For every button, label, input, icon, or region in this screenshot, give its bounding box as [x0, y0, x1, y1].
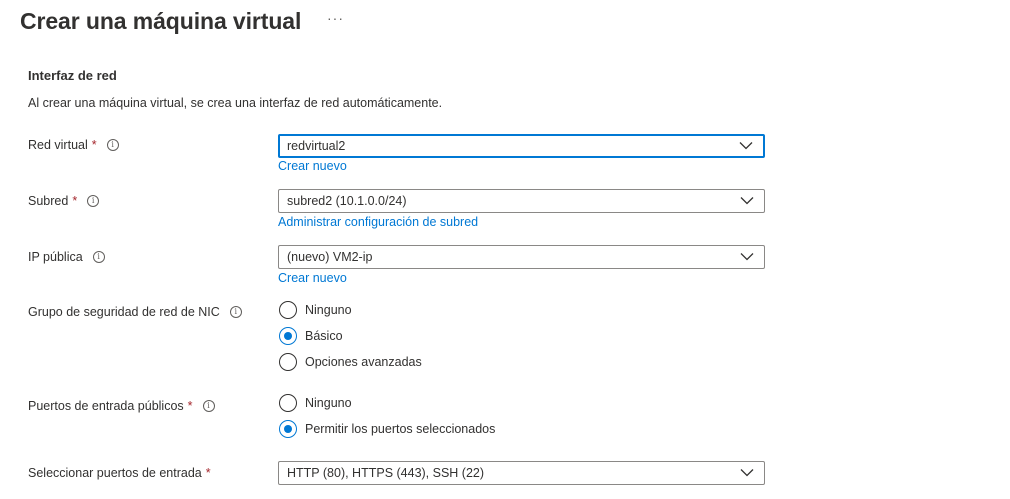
required-asterisk: *: [205, 466, 211, 480]
required-asterisk: *: [187, 399, 193, 413]
ip-publica-label-text: IP pública: [28, 250, 83, 264]
puertos-entrada-label: Seleccionar puertos de entrada *: [28, 466, 211, 480]
chevron-down-icon: [740, 469, 754, 477]
info-icon[interactable]: i: [87, 195, 100, 207]
info-icon[interactable]: i: [202, 400, 215, 412]
info-icon[interactable]: i: [106, 139, 119, 151]
radio-label: Permitir los puertos seleccionados: [305, 422, 496, 436]
subred-dropdown[interactable]: subred2 (10.1.0.0/24): [278, 189, 765, 213]
ip-publica-value: (nuevo) VM2-ip: [287, 250, 373, 264]
chevron-down-icon: [740, 197, 754, 205]
info-icon[interactable]: i: [92, 251, 105, 263]
puertos-entrada-value: HTTP (80), HTTPS (443), SSH (22): [287, 466, 485, 480]
nsg-radio-ninguno[interactable]: Ninguno: [279, 301, 352, 319]
radio-circle: [279, 301, 297, 319]
ip-publica-dropdown[interactable]: (nuevo) VM2-ip: [278, 245, 765, 269]
radio-circle: [279, 394, 297, 412]
subred-value: subred2 (10.1.0.0/24): [287, 194, 407, 208]
chevron-down-icon: [739, 142, 753, 150]
red-virtual-label: Red virtual * i: [28, 138, 119, 152]
radio-circle: [279, 327, 297, 345]
radio-label: Opciones avanzadas: [305, 355, 422, 369]
crear-nuevo-red-link[interactable]: Crear nuevo: [278, 159, 347, 173]
radio-label: Básico: [305, 329, 343, 343]
puertos-publicos-label: Puertos de entrada públicos * i: [28, 399, 215, 413]
red-virtual-value: redvirtual2: [287, 139, 346, 153]
info-icon[interactable]: i: [229, 306, 242, 318]
nsg-label: Grupo de seguridad de red de NIC i: [28, 305, 242, 319]
radio-circle: [279, 420, 297, 438]
chevron-down-icon: [740, 253, 754, 261]
puertos-radio-ninguno[interactable]: Ninguno: [279, 394, 352, 412]
page-title: Crear una máquina virtual: [20, 8, 302, 34]
crear-nuevo-ip-link[interactable]: Crear nuevo: [278, 271, 347, 285]
radio-label: Ninguno: [305, 303, 352, 317]
required-asterisk: *: [72, 194, 78, 208]
required-asterisk: *: [91, 138, 97, 152]
more-options-icon[interactable]: ···: [327, 6, 344, 30]
nsg-radio-basico[interactable]: Básico: [279, 327, 343, 345]
ip-publica-label: IP pública i: [28, 250, 105, 264]
puertos-radio-permitir[interactable]: Permitir los puertos seleccionados: [279, 420, 495, 438]
subred-label-text: Subred: [28, 194, 69, 208]
nsg-label-text: Grupo de seguridad de red de NIC: [28, 305, 220, 319]
red-virtual-label-text: Red virtual: [28, 138, 88, 152]
radio-label: Ninguno: [305, 396, 352, 410]
puertos-publicos-label-text: Puertos de entrada públicos: [28, 399, 184, 413]
section-description: Al crear una máquina virtual, se crea un…: [28, 96, 443, 110]
puertos-entrada-dropdown[interactable]: HTTP (80), HTTPS (443), SSH (22): [278, 461, 765, 485]
administrar-subred-link[interactable]: Administrar configuración de subred: [278, 215, 478, 229]
red-virtual-dropdown[interactable]: redvirtual2: [278, 134, 765, 158]
page: Crear una máquina virtual ··· Interfaz d…: [0, 0, 1010, 499]
radio-circle: [279, 353, 297, 371]
puertos-entrada-label-text: Seleccionar puertos de entrada: [28, 466, 202, 480]
nsg-radio-avanzadas[interactable]: Opciones avanzadas: [279, 353, 422, 371]
section-title: Interfaz de red: [28, 68, 117, 83]
subred-label: Subred * i: [28, 194, 100, 208]
